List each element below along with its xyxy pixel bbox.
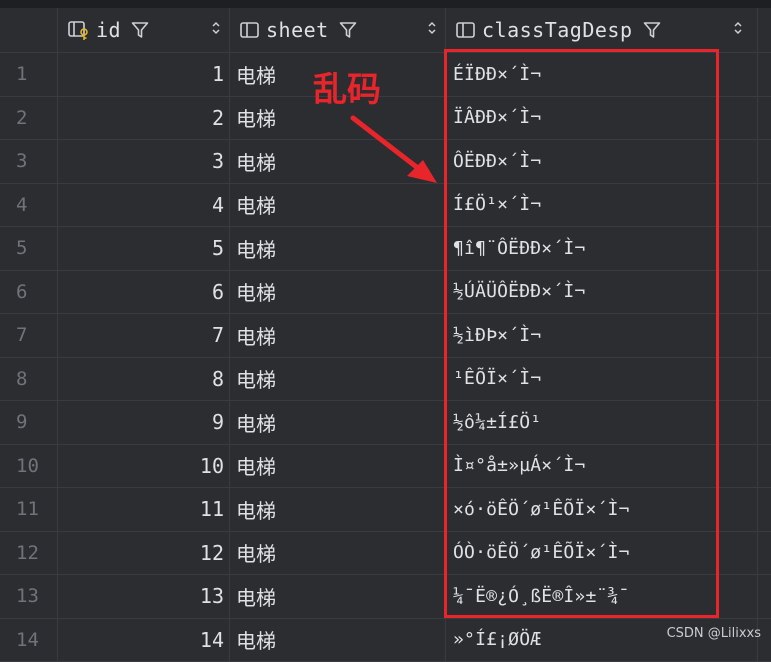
row-number: 1 (0, 53, 58, 96)
row-number: 10 (0, 445, 58, 488)
row-gutter (758, 314, 771, 357)
row-gutter (758, 488, 771, 531)
classtagdesp-cell[interactable]: ÔËÐÐ×´Ì¬ (446, 140, 758, 183)
column-header-sheet[interactable]: sheet (230, 8, 446, 52)
row-gutter (758, 445, 771, 488)
table-row[interactable]: 11 11 电梯 ×ó·öÊÖ´ø¹ÊÕÏ×´Ì¬ (0, 488, 771, 532)
classtagdesp-cell[interactable]: Ì¤°å±»µÁ×´Ì¬ (446, 445, 758, 488)
row-gutter (758, 271, 771, 314)
key-column-icon (68, 20, 90, 40)
table-row[interactable]: 7 7 电梯 ½ìÐÞ×´Ì¬ (0, 314, 771, 358)
table-row[interactable]: 14 14 电梯 »°Í£¡ØÖÆ (0, 619, 771, 662)
id-cell[interactable]: 14 (58, 619, 230, 662)
id-cell[interactable]: 6 (58, 271, 230, 314)
id-cell[interactable]: 13 (58, 575, 230, 618)
row-number: 6 (0, 271, 58, 314)
sheet-cell[interactable]: 电梯 (230, 532, 446, 575)
table-row[interactable]: 10 10 电梯 Ì¤°å±»µÁ×´Ì¬ (0, 445, 771, 489)
classtagdesp-cell[interactable]: ¹ÊÕÏ×´Ì¬ (446, 358, 758, 401)
id-cell[interactable]: 10 (58, 445, 230, 488)
table-row[interactable]: 1 1 电梯 ÉÏÐÐ×´Ì¬ (0, 53, 771, 97)
sheet-cell[interactable]: 电梯 (230, 575, 446, 618)
classtagdesp-cell[interactable]: ¶î¶¨ÔËÐÐ×´Ì¬ (446, 227, 758, 270)
row-number: 12 (0, 532, 58, 575)
sheet-cell[interactable]: 电梯 (230, 271, 446, 314)
row-gutter (758, 184, 771, 227)
id-cell[interactable]: 3 (58, 140, 230, 183)
sort-icon[interactable] (733, 21, 743, 35)
row-gutter (758, 97, 771, 140)
filter-icon[interactable] (643, 21, 661, 39)
top-strip (0, 0, 771, 8)
id-cell[interactable]: 4 (58, 184, 230, 227)
column-header-label: sheet (266, 18, 329, 42)
sheet-cell[interactable]: 电梯 (230, 619, 446, 662)
sheet-cell[interactable]: 电梯 (230, 445, 446, 488)
classtagdesp-cell[interactable]: ½ÚÄÜÔËÐÐ×´Ì¬ (446, 271, 758, 314)
row-gutter (758, 227, 771, 270)
column-header-label: id (96, 18, 121, 42)
classtagdesp-cell[interactable]: ½ô¼±Í£Ö¹ (446, 401, 758, 444)
classtagdesp-cell[interactable]: ½ìÐÞ×´Ì¬ (446, 314, 758, 357)
column-icon (456, 21, 476, 39)
row-gutter (758, 140, 771, 183)
classtagdesp-cell[interactable]: ×ó·öÊÖ´ø¹ÊÕÏ×´Ì¬ (446, 488, 758, 531)
row-number: 7 (0, 314, 58, 357)
classtagdesp-cell[interactable]: ÏÂÐÐ×´Ì¬ (446, 97, 758, 140)
filter-icon[interactable] (131, 21, 149, 39)
id-cell[interactable]: 8 (58, 358, 230, 401)
id-cell[interactable]: 2 (58, 97, 230, 140)
id-cell[interactable]: 9 (58, 401, 230, 444)
table-row[interactable]: 12 12 电梯 ÓÒ·öÊÖ´ø¹ÊÕÏ×´Ì¬ (0, 532, 771, 576)
classtagdesp-cell[interactable]: Í£Ö¹×´Ì¬ (446, 184, 758, 227)
row-gutter (758, 575, 771, 618)
table-row[interactable]: 8 8 电梯 ¹ÊÕÏ×´Ì¬ (0, 358, 771, 402)
sheet-cell[interactable]: 电梯 (230, 227, 446, 270)
table-row[interactable]: 4 4 电梯 Í£Ö¹×´Ì¬ (0, 184, 771, 228)
column-header-classtagdesp[interactable]: classTagDesp (446, 8, 758, 52)
row-number: 9 (0, 401, 58, 444)
column-icon (240, 21, 260, 39)
row-number: 3 (0, 140, 58, 183)
table-row[interactable]: 5 5 电梯 ¶î¶¨ÔËÐÐ×´Ì¬ (0, 227, 771, 271)
sort-icon[interactable] (427, 21, 437, 35)
row-number-header (0, 8, 58, 52)
row-number: 5 (0, 227, 58, 270)
id-cell[interactable]: 7 (58, 314, 230, 357)
annotation-arrow-icon (345, 110, 445, 190)
header-gutter (758, 8, 771, 52)
watermark: CSDN @Lilixxs (667, 626, 761, 641)
table-row[interactable]: 13 13 电梯 ¼¯Ë®¿Ó¸ßË®Î»±¨¾¯ (0, 575, 771, 619)
sheet-cell[interactable]: 电梯 (230, 401, 446, 444)
classtagdesp-cell[interactable]: ¼¯Ë®¿Ó¸ßË®Î»±¨¾¯ (446, 575, 758, 618)
table-header: id sheet classTagDesp (0, 8, 771, 53)
row-gutter (758, 358, 771, 401)
table-row[interactable]: 6 6 电梯 ½ÚÄÜÔËÐÐ×´Ì¬ (0, 271, 771, 315)
classtagdesp-cell[interactable]: ÉÏÐÐ×´Ì¬ (446, 53, 758, 96)
row-number: 11 (0, 488, 58, 531)
column-header-id[interactable]: id (58, 8, 230, 52)
annotation-label: 乱码 (313, 62, 381, 111)
column-header-label: classTagDesp (482, 18, 633, 42)
id-cell[interactable]: 12 (58, 532, 230, 575)
row-number: 14 (0, 619, 58, 662)
filter-icon[interactable] (339, 21, 357, 39)
sort-icon[interactable] (211, 21, 221, 35)
id-cell[interactable]: 11 (58, 488, 230, 531)
table-row[interactable]: 9 9 电梯 ½ô¼±Í£Ö¹ (0, 401, 771, 445)
row-gutter (758, 53, 771, 96)
id-cell[interactable]: 1 (58, 53, 230, 96)
sheet-cell[interactable]: 电梯 (230, 314, 446, 357)
sheet-cell[interactable]: 电梯 (230, 488, 446, 531)
row-gutter (758, 401, 771, 444)
row-number: 4 (0, 184, 58, 227)
id-cell[interactable]: 5 (58, 227, 230, 270)
row-number: 13 (0, 575, 58, 618)
row-gutter (758, 532, 771, 575)
row-number: 2 (0, 97, 58, 140)
row-number: 8 (0, 358, 58, 401)
sheet-cell[interactable]: 电梯 (230, 358, 446, 401)
classtagdesp-cell[interactable]: ÓÒ·öÊÖ´ø¹ÊÕÏ×´Ì¬ (446, 532, 758, 575)
